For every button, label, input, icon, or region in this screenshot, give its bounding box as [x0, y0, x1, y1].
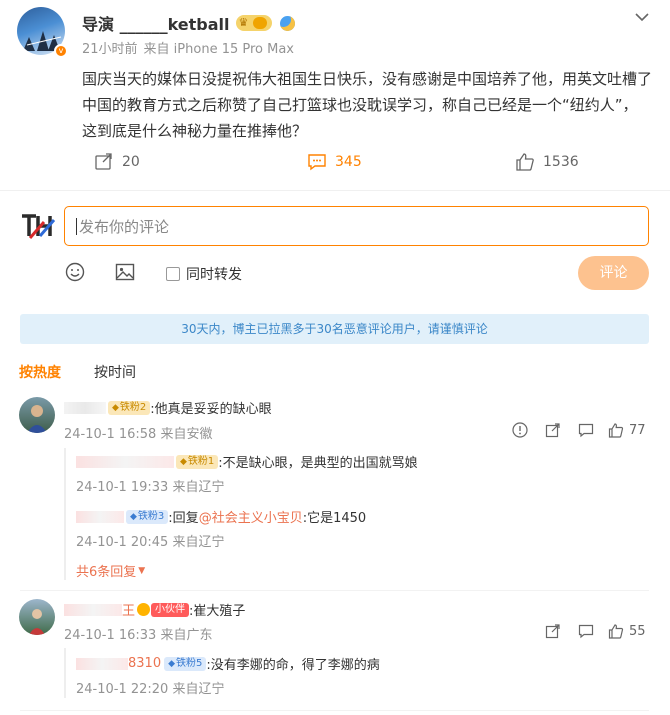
forward-label: 同时转发	[186, 267, 242, 283]
emoji-icon[interactable]	[65, 262, 85, 282]
commenter-name-blur[interactable]	[64, 603, 122, 616]
fan-badge: ◆ 铁粉5	[164, 656, 207, 671]
checkbox-icon	[166, 267, 180, 281]
reply-icon[interactable]	[577, 622, 595, 640]
forward-checkbox[interactable]: 同时转发	[166, 264, 242, 284]
report-icon[interactable]	[511, 421, 529, 439]
comment-icon	[307, 152, 327, 172]
more-replies-link[interactable]: 共6条回复 ▼	[76, 561, 145, 580]
comment-button[interactable]: 345	[307, 152, 362, 172]
thumbs-up-icon	[515, 152, 535, 172]
reply-author-blur[interactable]	[76, 510, 124, 523]
repost-icon[interactable]	[544, 622, 562, 640]
verified-badge: v	[54, 44, 68, 58]
comment-text: :他真是妥妥的缺心眼	[150, 402, 272, 417]
comment-input-placeholder: 发布你的评论	[79, 218, 170, 236]
reply-suffix: :它是1450	[302, 511, 367, 526]
partner-badge: 小伙伴	[151, 602, 190, 617]
reply-time: 24-10-1 19:33 来自辽宁	[76, 480, 225, 495]
reply-author-blur[interactable]	[76, 455, 174, 468]
author-name[interactable]: 导演 ______ketball	[82, 11, 230, 35]
commenter-name-suffix[interactable]: 王	[122, 600, 135, 619]
reply-text: :不是缺心眼，是典型的出国就骂娘	[218, 456, 418, 471]
reply-thread-bar	[64, 648, 66, 698]
mention-link[interactable]: @社会主义小宝贝	[199, 507, 303, 526]
tab-time[interactable]: 按时间	[94, 362, 136, 382]
user-logo[interactable]	[20, 208, 56, 242]
notice-banner: 30天内，博主已拉黑多于30名恶意评论用户，请谨慎评论	[20, 314, 649, 344]
comment-like-count: 77	[629, 422, 646, 438]
commenter-avatar[interactable]	[19, 599, 55, 635]
repost-icon	[94, 152, 114, 172]
like-count: 1536	[543, 154, 579, 170]
caret-down-icon: ▼	[138, 565, 146, 576]
comment-time: 24-10-1 16:33 来自广东	[64, 628, 213, 643]
divider	[20, 710, 649, 711]
comment-text: :崔大殖子	[189, 604, 246, 619]
image-icon[interactable]	[115, 262, 135, 282]
repost-button[interactable]: 20	[94, 152, 140, 172]
reply-author-blur[interactable]	[76, 657, 128, 670]
crown-badge-icon: ♛	[235, 15, 272, 31]
reply-text: :没有李娜的命，得了李娜的病	[206, 658, 380, 673]
fan-badge: ◆ 铁粉2	[108, 400, 151, 415]
comment-like-count: 55	[629, 623, 646, 639]
fan-badge: ◆ 铁粉3	[126, 509, 169, 524]
fan-badge: ◆ 铁粉1	[176, 454, 219, 469]
repost-icon[interactable]	[544, 421, 562, 439]
reply-icon[interactable]	[577, 421, 595, 439]
divider	[0, 190, 670, 191]
tab-hot[interactable]: 按热度	[19, 362, 61, 382]
partner-icon	[137, 603, 151, 616]
comment-time: 24-10-1 16:58 来自安徽	[64, 427, 213, 442]
repost-count: 20	[122, 154, 140, 170]
vip-icon	[279, 15, 295, 31]
reply-time: 24-10-1 22:20 来自辽宁	[76, 682, 225, 697]
post-timestamp[interactable]: 21小时前	[82, 38, 138, 57]
post-source: 来自 iPhone 15 Pro Max	[143, 42, 294, 57]
thumbs-up-icon[interactable]	[607, 421, 625, 439]
submit-label: 评论	[599, 265, 628, 281]
submit-comment-button[interactable]: 评论	[578, 256, 649, 290]
comment-count: 345	[335, 154, 362, 170]
commenter-name-blur[interactable]	[64, 401, 106, 414]
notice-text: 30天内，博主已拉黑多于30名恶意评论用户，请谨慎评论	[181, 322, 488, 336]
reply-time: 24-10-1 20:45 来自辽宁	[76, 535, 225, 550]
comment-input[interactable]: 发布你的评论	[64, 206, 649, 246]
menu-chevron-down-icon[interactable]	[634, 8, 650, 22]
divider	[20, 590, 649, 591]
reply-prefix: :回复	[168, 511, 199, 526]
thumbs-up-icon[interactable]	[607, 622, 625, 640]
like-button[interactable]: 1536	[515, 152, 579, 172]
post-content: 国庆当天的媒体日没提祝伟大祖国生日快乐，没有感谢是中国培养了他，用英文吐槽了中国…	[82, 70, 653, 140]
reply-author-visible[interactable]: 8310	[128, 656, 161, 671]
reply-thread-bar	[64, 448, 66, 580]
commenter-avatar[interactable]	[19, 397, 55, 433]
